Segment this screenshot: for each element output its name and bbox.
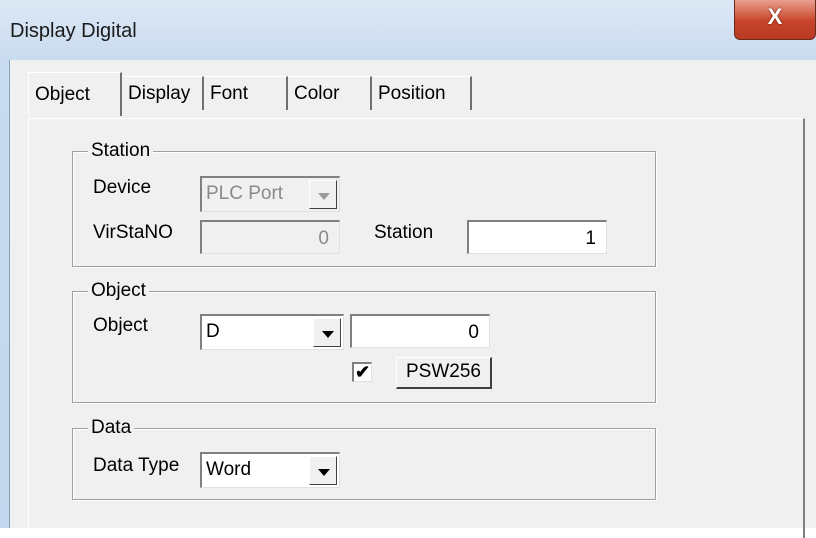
virstano-field[interactable]: 0 bbox=[200, 220, 340, 254]
tab-object[interactable]: Object bbox=[28, 72, 122, 116]
chevron-down-icon[interactable] bbox=[309, 180, 337, 209]
chevron-down-icon[interactable] bbox=[309, 456, 337, 485]
data-type-label: Data Type bbox=[93, 455, 180, 476]
tab-display[interactable]: Display bbox=[122, 76, 204, 110]
station-field[interactable]: 1 bbox=[467, 220, 607, 254]
psw-checkbox[interactable]: ✔ bbox=[352, 362, 372, 382]
object-type-value: D bbox=[206, 321, 220, 342]
device-value: PLC Port bbox=[206, 183, 284, 204]
tab-label: Display bbox=[128, 83, 191, 104]
checkmark-icon: ✔ bbox=[354, 362, 371, 382]
title-bar: Display Digital bbox=[0, 0, 816, 60]
data-legend: Data bbox=[88, 417, 135, 439]
station-legend: Station bbox=[88, 140, 154, 162]
device-label: Device bbox=[93, 177, 152, 198]
close-button[interactable]: X bbox=[734, 0, 816, 40]
device-select[interactable]: PLC Port bbox=[200, 176, 340, 212]
virstano-label: VirStaNO bbox=[93, 222, 173, 243]
tab-label: Font bbox=[210, 83, 249, 104]
psw256-button[interactable]: PSW256 bbox=[396, 357, 492, 389]
window-title: Display Digital bbox=[10, 20, 137, 42]
tab-label: Color bbox=[294, 83, 340, 104]
data-type-select[interactable]: Word bbox=[200, 452, 340, 488]
data-type-value: Word bbox=[206, 459, 252, 480]
tab-label: Position bbox=[378, 83, 446, 104]
tab-color[interactable]: Color bbox=[288, 76, 372, 110]
close-icon: X bbox=[767, 4, 783, 29]
station-label: Station bbox=[374, 222, 434, 243]
chevron-down-icon[interactable] bbox=[313, 318, 341, 347]
tab-label: Object bbox=[35, 84, 90, 105]
object-legend: Object bbox=[88, 280, 149, 302]
tab-position[interactable]: Position bbox=[372, 76, 472, 110]
object-label: Object bbox=[93, 315, 148, 336]
object-type-select[interactable]: D bbox=[200, 314, 344, 350]
tab-font[interactable]: Font bbox=[204, 76, 288, 110]
object-address-field[interactable]: 0 bbox=[350, 314, 490, 348]
